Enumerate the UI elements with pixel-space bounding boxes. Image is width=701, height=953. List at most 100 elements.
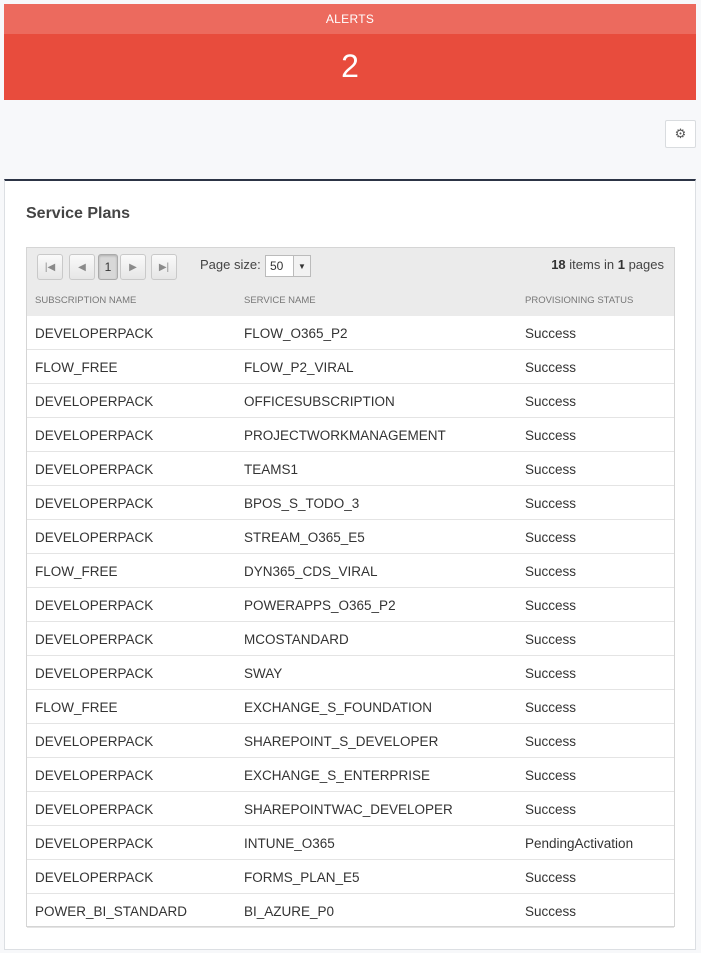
table-row[interactable]: FLOW_FREE EXCHANGE_S_FOUNDATION Success: [27, 690, 674, 724]
cell-service-name: MCOSTANDARD: [244, 632, 349, 647]
cell-service-name: OFFICESUBSCRIPTION: [244, 394, 395, 409]
cell-subscription-name: DEVELOPERPACK: [35, 326, 154, 341]
service-plans-grid: |◀ ◀ 1 ▶ ▶| Page size: 50 ▼ 18 items in …: [26, 247, 675, 928]
table-row[interactable]: DEVELOPERPACK POWERAPPS_O365_P2 Success: [27, 588, 674, 622]
cell-service-name: FLOW_P2_VIRAL: [244, 360, 354, 375]
first-page-icon: |◀: [44, 261, 56, 273]
cell-subscription-name: DEVELOPERPACK: [35, 428, 154, 443]
cell-provisioning-status: Success: [525, 768, 577, 783]
page-size-label: Page size:: [200, 257, 261, 272]
cell-provisioning-status: Success: [525, 530, 577, 545]
cell-service-name: FLOW_O365_P2: [244, 326, 348, 341]
cell-provisioning-status: Success: [525, 632, 577, 647]
table-row[interactable]: DEVELOPERPACK EXCHANGE_S_ENTERPRISE Succes…: [27, 758, 674, 792]
cell-provisioning-status: Success: [525, 564, 577, 579]
cell-provisioning-status: Success: [525, 666, 577, 681]
grid-header: SUBSCRIPTION NAME SERVICE NAME PROVISION…: [27, 286, 674, 316]
panel-title: Service Plans: [26, 205, 131, 222]
table-row[interactable]: POWER_BI_STANDARD BI_AZURE_P0 Success: [27, 894, 674, 928]
cell-service-name: INTUNE_O365: [244, 836, 335, 851]
table-row[interactable]: DEVELOPERPACK OFFICESUBSCRIPTION Success: [27, 384, 674, 418]
cell-service-name: SWAY: [244, 666, 283, 681]
table-row[interactable]: FLOW_FREE FLOW_P2_VIRAL Success: [27, 350, 674, 384]
cell-provisioning-status: Success: [525, 870, 577, 885]
pages-count: 1: [617, 257, 625, 272]
table-row[interactable]: DEVELOPERPACK FLOW_O365_P2 Success: [27, 316, 674, 350]
alerts-count: 2: [341, 48, 359, 84]
column-header-service[interactable]: SERVICE NAME: [244, 295, 316, 306]
table-row[interactable]: FLOW_FREE DYN365_CDS_VIRAL Success: [27, 554, 674, 588]
cell-provisioning-status: Success: [525, 496, 577, 511]
next-page-button[interactable]: ▶: [120, 254, 146, 280]
cell-service-name: SHAREPOINTWAC_DEVELOPER: [244, 802, 453, 817]
prev-page-button[interactable]: ◀: [69, 254, 95, 280]
cell-provisioning-status: Success: [525, 802, 577, 817]
page-size-select[interactable]: 50 ▼: [265, 255, 311, 277]
cell-subscription-name: DEVELOPERPACK: [35, 632, 154, 647]
cell-provisioning-status: Success: [525, 700, 577, 715]
cell-provisioning-status: Success: [525, 462, 577, 477]
cell-provisioning-status: Success: [525, 394, 577, 409]
cell-service-name: STREAM_O365_E5: [244, 530, 365, 545]
table-row[interactable]: DEVELOPERPACK STREAM_O365_E5 Success: [27, 520, 674, 554]
cell-subscription-name: DEVELOPERPACK: [35, 598, 154, 613]
cell-subscription-name: DEVELOPERPACK: [35, 394, 154, 409]
cell-service-name: PROJECTWORKMANAGEMENT: [244, 428, 446, 443]
alerts-tile[interactable]: ALERTS 2: [4, 4, 696, 100]
pager-info: 18 items in 1 pages: [551, 257, 664, 272]
cell-subscription-name: FLOW_FREE: [35, 564, 118, 579]
cell-service-name: EXCHANGE_S_FOUNDATION: [244, 700, 433, 715]
settings-button[interactable]: ⚙: [665, 120, 696, 148]
cell-provisioning-status: Success: [525, 360, 577, 375]
alerts-title: ALERTS: [4, 4, 696, 34]
cell-subscription-name: DEVELOPERPACK: [35, 870, 154, 885]
column-header-subscription[interactable]: SUBSCRIPTION NAME: [35, 295, 136, 306]
cell-service-name: POWERAPPS_O365_P2: [244, 598, 396, 613]
column-header-status[interactable]: PROVISIONING STATUS: [525, 295, 633, 306]
cell-service-name: BI_AZURE_P0: [244, 904, 335, 919]
table-row[interactable]: DEVELOPERPACK SWAY Success: [27, 656, 674, 690]
cell-subscription-name: FLOW_FREE: [35, 700, 118, 715]
cell-service-name: DYN365_CDS_VIRAL: [244, 564, 378, 579]
cell-subscription-name: FLOW_FREE: [35, 360, 118, 375]
grid-body: DEVELOPERPACK FLOW_O365_P2 Success FLOW_FRE…: [27, 316, 674, 928]
prev-page-icon: ◀: [78, 261, 86, 273]
page-number-button[interactable]: 1: [98, 254, 118, 280]
first-page-button[interactable]: |◀: [37, 254, 63, 280]
table-row[interactable]: DEVELOPERPACK PROJECTWORKMANAGEMENT Succes…: [27, 418, 674, 452]
cell-provisioning-status: Success: [525, 598, 577, 613]
cell-service-name: BPOS_S_TODO_3: [244, 496, 360, 511]
items-text: items in: [569, 257, 615, 272]
cell-subscription-name: DEVELOPERPACK: [35, 462, 154, 477]
cell-provisioning-status: PendingActivation: [525, 836, 634, 851]
cell-subscription-name: DEVELOPERPACK: [35, 802, 154, 817]
cell-subscription-name: DEVELOPERPACK: [35, 768, 154, 783]
gear-icon: ⚙: [674, 126, 687, 141]
cell-subscription-name: DEVELOPERPACK: [35, 496, 154, 511]
cell-provisioning-status: Success: [525, 904, 577, 919]
cell-provisioning-status: Success: [525, 326, 577, 341]
pages-text: pages: [628, 257, 664, 272]
table-row[interactable]: DEVELOPERPACK MCOSTANDARD Success: [27, 622, 674, 656]
last-page-icon: ▶|: [158, 261, 170, 273]
cell-service-name: TEAMS1: [244, 462, 299, 477]
cell-service-name: FORMS_PLAN_E5: [244, 870, 360, 885]
cell-subscription-name: DEVELOPERPACK: [35, 530, 154, 545]
cell-provisioning-status: Success: [525, 734, 577, 749]
table-row[interactable]: DEVELOPERPACK TEAMS1 Success: [27, 452, 674, 486]
cell-subscription-name: DEVELOPERPACK: [35, 666, 154, 681]
cell-provisioning-status: Success: [525, 428, 577, 443]
grid-pager: |◀ ◀ 1 ▶ ▶| Page size: 50 ▼ 18 items in …: [27, 248, 674, 286]
cell-subscription-name: DEVELOPERPACK: [35, 836, 154, 851]
table-row[interactable]: DEVELOPERPACK SHAREPOINT_S_DEVELOPER Succe…: [27, 724, 674, 758]
table-row[interactable]: DEVELOPERPACK BPOS_S_TODO_3 Success: [27, 486, 674, 520]
items-count: 18: [551, 257, 566, 272]
chevron-down-icon: ▼: [293, 256, 310, 276]
page-size-value: 50: [270, 259, 284, 273]
table-row[interactable]: DEVELOPERPACK SHAREPOINTWAC_DEVELOPER Succ…: [27, 792, 674, 826]
cell-subscription-name: DEVELOPERPACK: [35, 734, 154, 749]
cell-service-name: EXCHANGE_S_ENTERPRISE: [244, 768, 431, 783]
last-page-button[interactable]: ▶|: [151, 254, 177, 280]
table-row[interactable]: DEVELOPERPACK INTUNE_O365 PendingActivatio…: [27, 826, 674, 860]
table-row[interactable]: DEVELOPERPACK FORMS_PLAN_E5 Success: [27, 860, 674, 894]
